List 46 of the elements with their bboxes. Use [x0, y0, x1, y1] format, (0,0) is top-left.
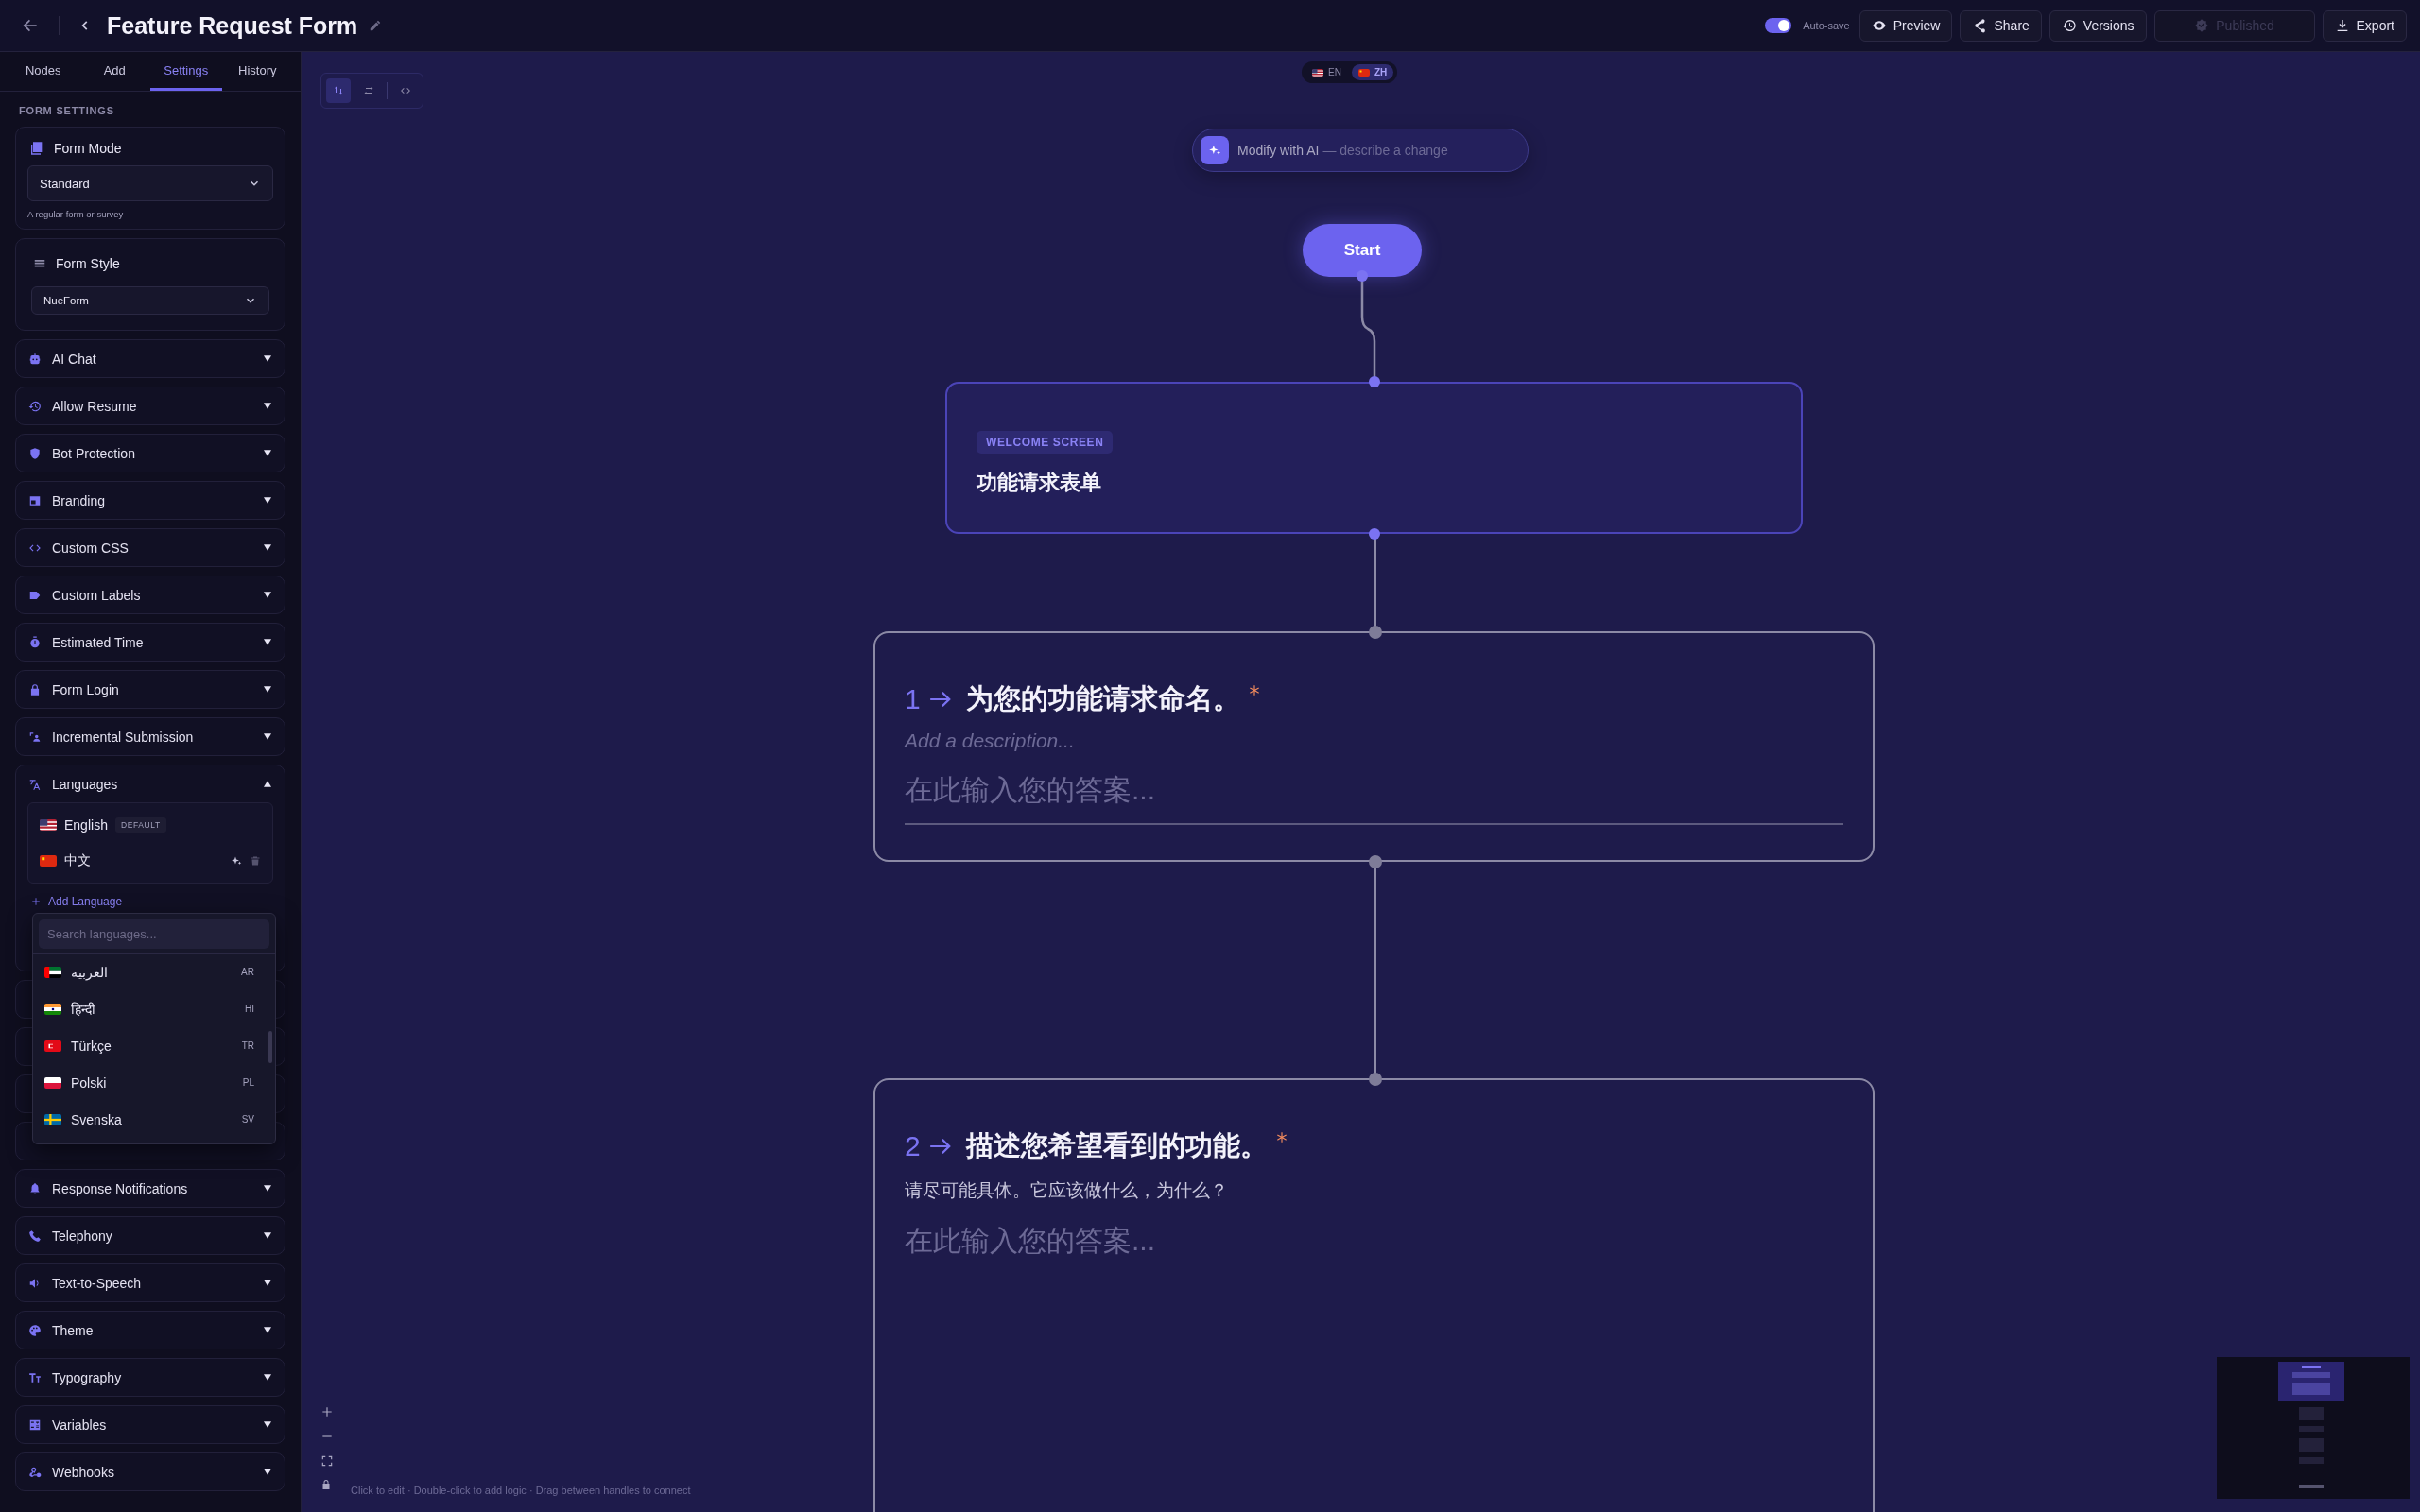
- autosave-label: Auto-save: [1803, 20, 1850, 31]
- section-label: Languages: [52, 776, 118, 792]
- language-code: HI: [245, 1004, 254, 1014]
- question-title: 描述您希望看到的功能。: [965, 1129, 1268, 1162]
- section-label: Telephony: [52, 1228, 112, 1244]
- language-name: हिन्दी: [71, 1001, 95, 1018]
- language-name: Türkçe: [71, 1038, 112, 1054]
- form-mode-label: Form Mode: [54, 141, 122, 156]
- question-number: 1: [905, 683, 921, 715]
- question-description: 请尽可能具体。它应该做什么，为什么？: [905, 1179, 1229, 1202]
- section-label: Custom CSS: [52, 540, 129, 556]
- section-label: Form Login: [52, 681, 119, 697]
- form-mode-hint: A regular form or survey: [27, 209, 125, 219]
- section-label: Incremental Submission: [52, 729, 194, 745]
- language-code: PL: [242, 1077, 254, 1088]
- default-badge: DEFAULT: [114, 817, 166, 833]
- ai-prompt-hint: — describe a change: [1322, 143, 1448, 158]
- form-title: Feature Request Form: [107, 11, 358, 40]
- language-code: SV: [241, 1114, 254, 1125]
- language-code: TR: [241, 1040, 254, 1051]
- section-label: Response Notifications: [52, 1180, 188, 1196]
- canvas-hint: Click to edit · Double-click to add logic · Drag between handles to connect: [351, 1485, 691, 1496]
- question-title: 为您的功能请求命名。: [965, 682, 1240, 715]
- ai-prompt-label: Modify with AI: [1237, 143, 1320, 158]
- section-label: Allow Resume: [52, 398, 137, 414]
- section-label: Branding: [52, 492, 106, 508]
- node-type-badge: WELCOME SCREEN: [977, 431, 1114, 454]
- language-name: Polski: [71, 1074, 107, 1091]
- section-label: Variables: [52, 1417, 107, 1433]
- question-number: 2: [905, 1130, 921, 1162]
- section-label: Webhooks: [52, 1464, 114, 1480]
- section-label: AI Chat: [52, 351, 96, 367]
- section-label: Text-to-Speech: [52, 1275, 142, 1291]
- section-label: Custom Labels: [52, 587, 141, 603]
- section-label: Estimated Time: [52, 634, 144, 650]
- section-heading: FORM SETTINGS: [19, 105, 115, 116]
- language-name: English: [64, 817, 108, 833]
- welcome-title: 功能请求表单: [977, 470, 1101, 496]
- language-name: العربية: [71, 964, 108, 980]
- form-style-label: Form Style: [56, 256, 120, 271]
- language-code: AR: [241, 967, 254, 977]
- section-label: Typography: [52, 1369, 122, 1385]
- language-name: 中文: [64, 852, 91, 869]
- language-name: Svenska: [71, 1111, 122, 1127]
- section-label: Bot Protection: [52, 445, 135, 461]
- section-label: Theme: [52, 1322, 94, 1338]
